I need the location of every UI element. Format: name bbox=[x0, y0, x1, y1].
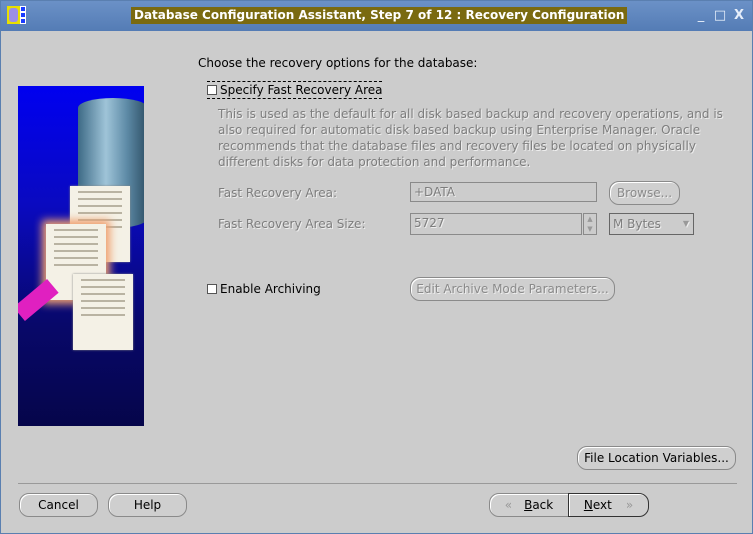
back-chevron-icon: « bbox=[504, 498, 513, 512]
browse-button[interactable]: Browse... bbox=[609, 181, 680, 205]
page-heading: Choose the recovery options for the data… bbox=[198, 56, 478, 70]
size-unit-select[interactable]: M Bytes ▼ bbox=[609, 213, 694, 235]
enable-archiving-checkbox[interactable]: Enable Archiving bbox=[207, 282, 321, 296]
checkbox-box[interactable] bbox=[207, 284, 217, 294]
edit-archive-mode-parameters-button[interactable]: Edit Archive Mode Parameters... bbox=[410, 277, 615, 301]
chevron-down-icon: ▼ bbox=[682, 219, 689, 228]
next-mnemonic: N bbox=[583, 498, 593, 512]
checkbox-box[interactable] bbox=[207, 85, 217, 95]
window-title: Database Configuration Assistant, Step 7… bbox=[131, 7, 628, 24]
database-recovery-illustration bbox=[18, 86, 144, 426]
fast-recovery-size-input[interactable]: 5727 bbox=[410, 213, 582, 235]
fast-recovery-area-input[interactable]: +DATA bbox=[410, 182, 597, 202]
next-label: ext bbox=[592, 498, 612, 512]
back-button[interactable]: «Back bbox=[489, 493, 569, 517]
specify-fast-recovery-checkbox[interactable]: Specify Fast Recovery Area bbox=[207, 81, 383, 99]
app-database-icon[interactable] bbox=[7, 6, 26, 24]
size-spinner[interactable]: ▲ ▼ bbox=[583, 213, 597, 235]
document-icon bbox=[73, 274, 133, 350]
footer-separator bbox=[18, 483, 737, 484]
back-label: ack bbox=[532, 498, 554, 512]
fast-recovery-size-label: Fast Recovery Area Size: bbox=[218, 217, 366, 231]
fast-recovery-area-label: Fast Recovery Area: bbox=[218, 186, 338, 200]
arrow-icon bbox=[18, 278, 59, 322]
size-unit-value: M Bytes bbox=[613, 217, 661, 231]
title-bar[interactable]: Database Configuration Assistant, Step 7… bbox=[1, 1, 752, 31]
spin-down-icon[interactable]: ▼ bbox=[584, 224, 596, 234]
fast-recovery-description: This is used as the default for all disk… bbox=[218, 107, 723, 169]
spin-up-icon[interactable]: ▲ bbox=[584, 214, 596, 224]
help-button[interactable]: Help bbox=[108, 493, 187, 517]
next-button[interactable]: Next » bbox=[568, 493, 649, 517]
cancel-button[interactable]: Cancel bbox=[19, 493, 98, 517]
checkbox-label: Specify Fast Recovery Area bbox=[220, 83, 383, 97]
file-location-variables-button[interactable]: File Location Variables... bbox=[577, 446, 736, 470]
next-chevron-icon: » bbox=[625, 498, 634, 512]
dbca-window: Database Configuration Assistant, Step 7… bbox=[0, 0, 753, 534]
checkbox-label: Enable Archiving bbox=[220, 282, 321, 296]
minimize-icon[interactable]: _ bbox=[694, 9, 708, 23]
close-icon[interactable]: X bbox=[732, 9, 746, 23]
maximize-icon[interactable]: □ bbox=[713, 9, 727, 23]
